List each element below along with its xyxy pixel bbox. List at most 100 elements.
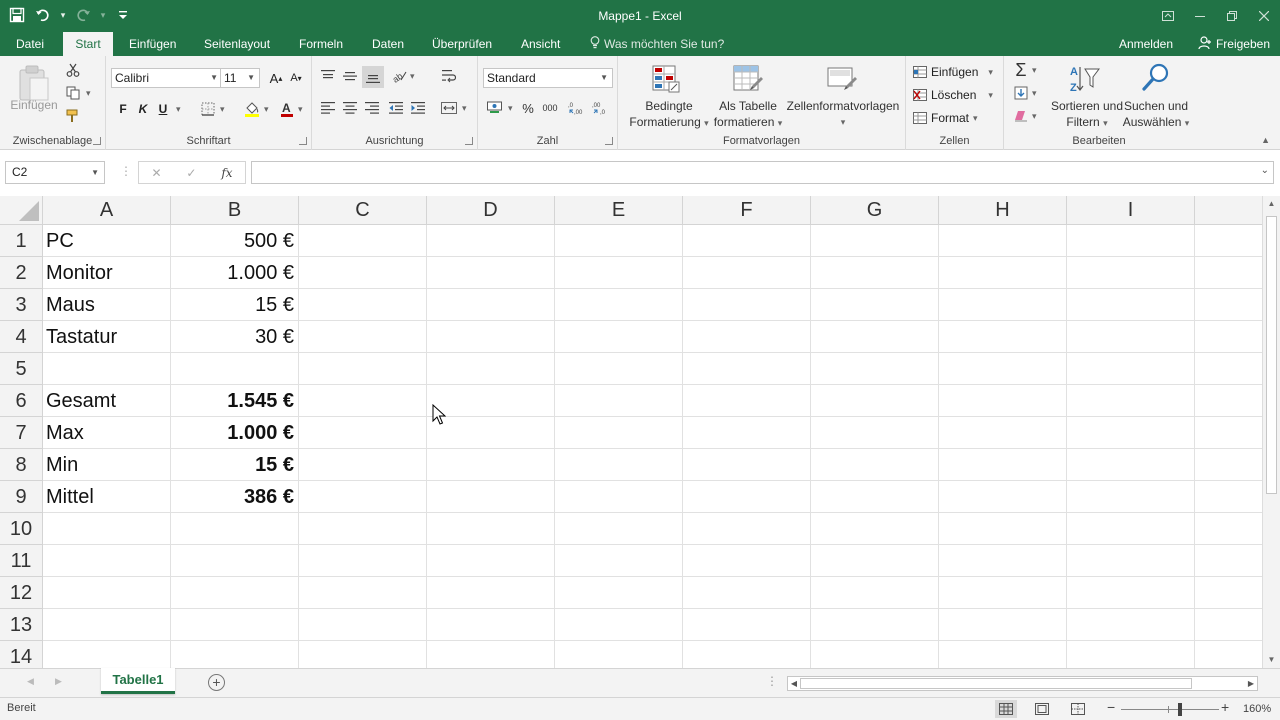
sort-filter-icon[interactable]: AZ (1066, 62, 1102, 96)
expand-formula-bar-icon[interactable]: ⌄ (1261, 165, 1269, 176)
cell-styles-dropdown-icon[interactable]: ▾ (784, 114, 902, 130)
insert-cells-dropdown-icon[interactable]: ▾ (988, 67, 993, 78)
zoom-level[interactable]: 160% (1243, 703, 1271, 715)
row-header-14[interactable]: 14 (0, 641, 43, 668)
row-header-2[interactable]: 2 (0, 257, 43, 289)
cell-b13[interactable] (171, 609, 299, 641)
zoom-out-icon[interactable]: − (1107, 699, 1115, 715)
cell-b11[interactable] (171, 545, 299, 577)
cell-h14[interactable] (939, 641, 1067, 668)
cell-e10[interactable] (555, 513, 683, 545)
cell-d11[interactable] (427, 545, 555, 577)
align-top-icon[interactable] (318, 66, 338, 86)
conditional-formatting-icon[interactable] (646, 62, 686, 96)
align-middle-icon[interactable] (340, 66, 360, 86)
cell-a1[interactable]: PC (43, 225, 171, 257)
cell-a9[interactable]: Mittel (43, 481, 171, 513)
formula-input[interactable]: ⌄ (251, 161, 1274, 184)
cell-next8[interactable] (1195, 449, 1262, 481)
cell-h10[interactable] (939, 513, 1067, 545)
cell-i6[interactable] (1067, 385, 1195, 417)
row-header-5[interactable]: 5 (0, 353, 43, 385)
cell-e4[interactable] (555, 321, 683, 353)
format-as-table-dropdown-icon[interactable]: ▾ (778, 118, 783, 128)
row-header-8[interactable]: 8 (0, 449, 43, 481)
cell-b8[interactable]: 15 € (171, 449, 299, 481)
cell-i12[interactable] (1067, 577, 1195, 609)
cell-c8[interactable] (299, 449, 427, 481)
cell-h4[interactable] (939, 321, 1067, 353)
cell-g7[interactable] (811, 417, 939, 449)
copy-icon[interactable] (62, 83, 84, 103)
percent-style-button[interactable]: % (519, 98, 537, 118)
cell-b14[interactable] (171, 641, 299, 668)
cell-i7[interactable] (1067, 417, 1195, 449)
number-launcher-icon[interactable] (605, 137, 613, 145)
italic-button[interactable]: K (134, 99, 152, 119)
borders-icon[interactable] (198, 99, 218, 119)
number-format-dropdown-icon[interactable]: ▼ (600, 69, 608, 87)
column-header-g[interactable]: G (811, 196, 939, 225)
format-cells-button[interactable]: Format ▾ (913, 108, 978, 128)
cell-next12[interactable] (1195, 577, 1262, 609)
fill-dropdown-icon[interactable]: ▾ (1032, 88, 1037, 99)
cell-e11[interactable] (555, 545, 683, 577)
clipboard-launcher-icon[interactable] (93, 137, 101, 145)
prev-sheet-icon[interactable]: ◀ (27, 676, 34, 687)
cell-g14[interactable] (811, 641, 939, 668)
column-header-b[interactable]: B (171, 196, 299, 225)
cell-e5[interactable] (555, 353, 683, 385)
cell-d2[interactable] (427, 257, 555, 289)
cell-e13[interactable] (555, 609, 683, 641)
cell-i8[interactable] (1067, 449, 1195, 481)
cell-g1[interactable] (811, 225, 939, 257)
column-header-h[interactable]: H (939, 196, 1067, 225)
cell-b7[interactable]: 1.000 € (171, 417, 299, 449)
font-color-dropdown-icon[interactable]: ▾ (298, 104, 303, 115)
cell-g8[interactable] (811, 449, 939, 481)
row-header-1[interactable]: 1 (0, 225, 43, 257)
cell-e14[interactable] (555, 641, 683, 668)
cell-e7[interactable] (555, 417, 683, 449)
cell-d6[interactable] (427, 385, 555, 417)
tab-daten[interactable]: Daten (364, 32, 412, 56)
restore-icon[interactable] (1216, 0, 1248, 32)
cell-f3[interactable] (683, 289, 811, 321)
name-box-dropdown-icon[interactable]: ▼ (91, 162, 99, 183)
cell-b5[interactable] (171, 353, 299, 385)
cell-h6[interactable] (939, 385, 1067, 417)
cell-c6[interactable] (299, 385, 427, 417)
cell-g12[interactable] (811, 577, 939, 609)
clear-icon[interactable] (1010, 106, 1032, 126)
insert-function-button[interactable]: fx (221, 166, 232, 180)
cell-h12[interactable] (939, 577, 1067, 609)
clear-dropdown-icon[interactable]: ▾ (1032, 111, 1037, 122)
sort-filter-dropdown-icon[interactable]: ▾ (1103, 118, 1108, 128)
row-header-13[interactable]: 13 (0, 609, 43, 641)
cell-next1[interactable] (1195, 225, 1262, 257)
find-select-button[interactable]: Auswählen ▾ (1116, 114, 1196, 131)
tab-formeln[interactable]: Formeln (291, 32, 351, 56)
align-right-icon[interactable] (362, 98, 382, 118)
row-header-10[interactable]: 10 (0, 513, 43, 545)
cell-h1[interactable] (939, 225, 1067, 257)
cell-e12[interactable] (555, 577, 683, 609)
cell-a8[interactable]: Min (43, 449, 171, 481)
cell-a3[interactable]: Maus (43, 289, 171, 321)
increase-font-icon[interactable]: A ▴ (267, 68, 285, 88)
column-header-d[interactable]: D (427, 196, 555, 225)
tab-splitter-icon[interactable]: ⋮ (766, 674, 778, 688)
column-header-e[interactable]: E (555, 196, 683, 225)
sheet-tab-tabelle1[interactable]: Tabelle1 (101, 668, 175, 694)
tab-seitenlayout[interactable]: Seitenlayout (196, 32, 278, 56)
cell-h13[interactable] (939, 609, 1067, 641)
cell-c5[interactable] (299, 353, 427, 385)
cell-g3[interactable] (811, 289, 939, 321)
cell-c2[interactable] (299, 257, 427, 289)
ribbon-display-options-icon[interactable] (1152, 0, 1184, 32)
cell-d14[interactable] (427, 641, 555, 668)
cell-next10[interactable] (1195, 513, 1262, 545)
bold-button[interactable]: F (114, 99, 132, 119)
close-icon[interactable] (1248, 0, 1280, 32)
cell-i10[interactable] (1067, 513, 1195, 545)
